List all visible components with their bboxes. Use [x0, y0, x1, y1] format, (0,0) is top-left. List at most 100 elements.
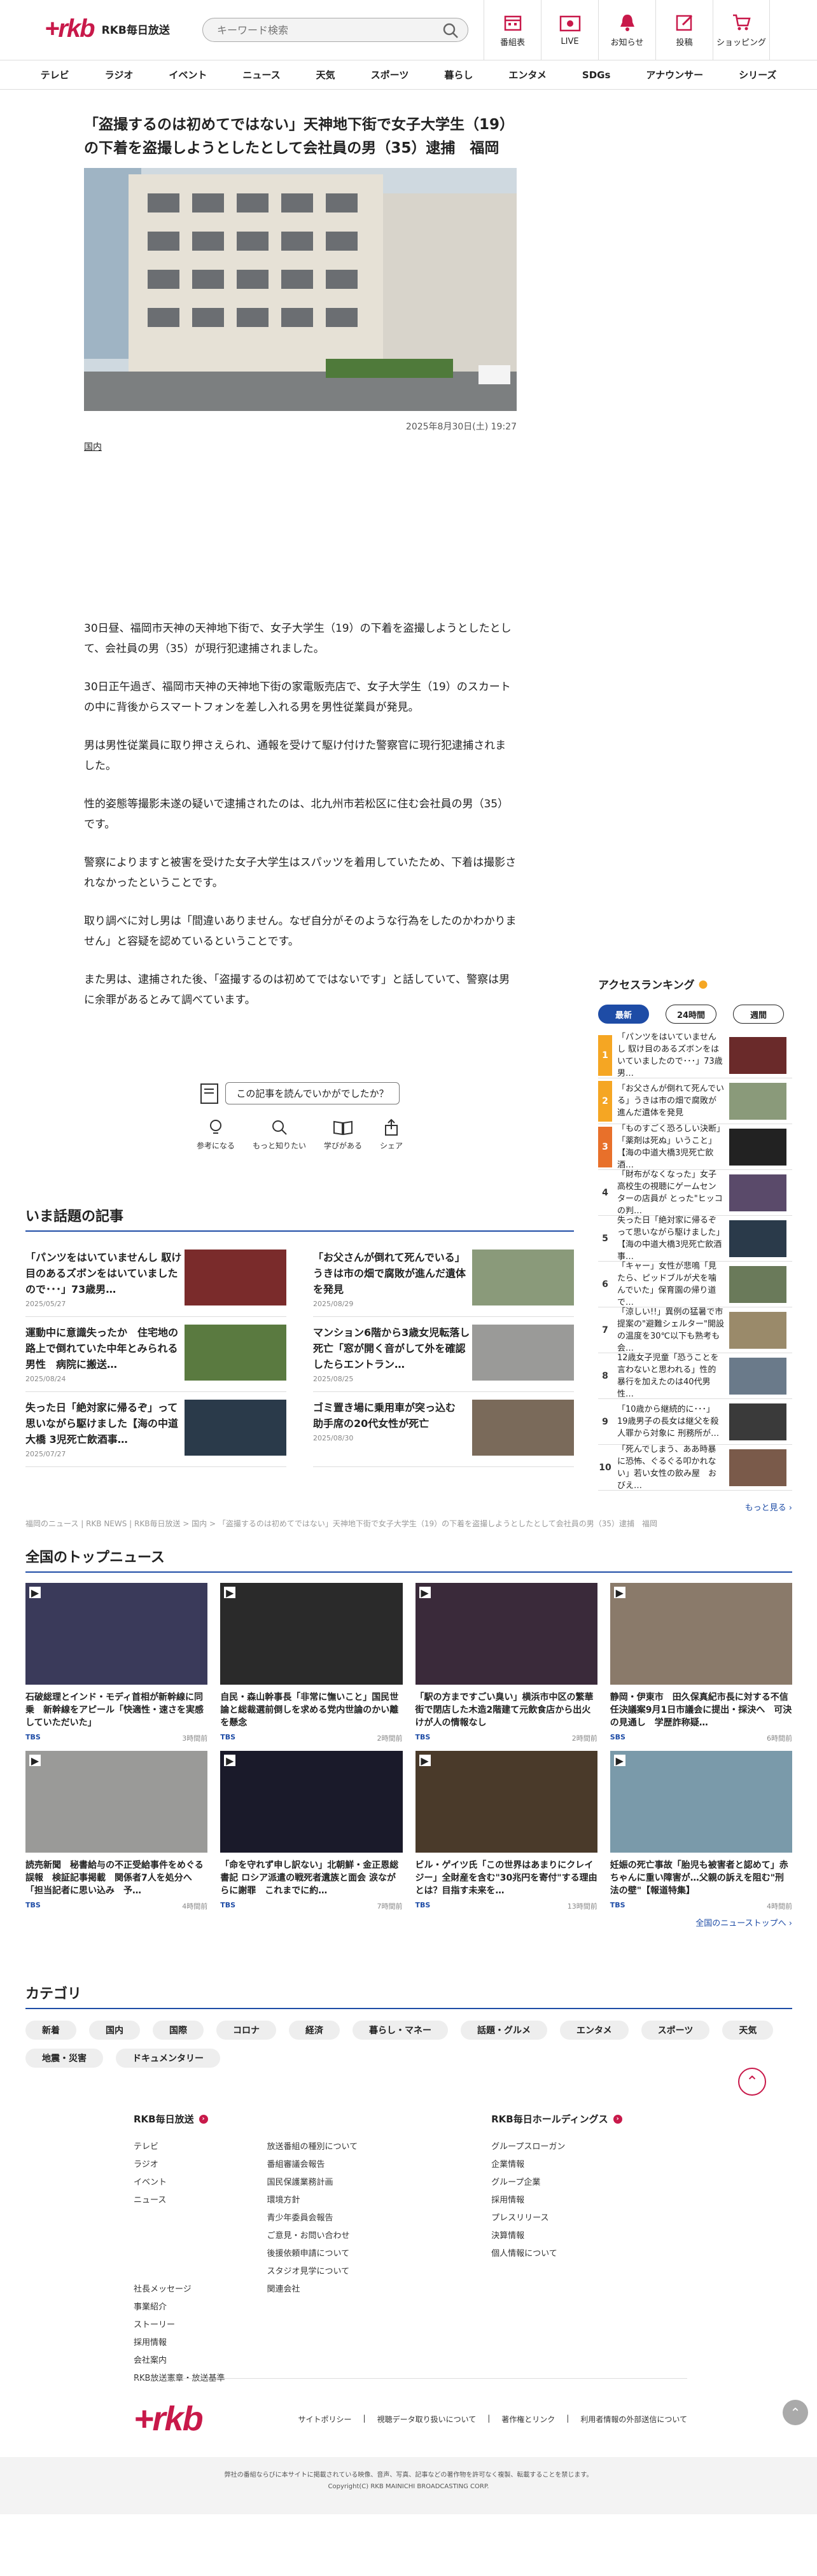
nav-item[interactable]: 暮らし	[426, 68, 491, 81]
footer-link[interactable]: グループ企業	[491, 2174, 565, 2192]
footer-link[interactable]: 国民保護業務計画	[267, 2174, 358, 2192]
footer-link[interactable]: 番組審議会報告	[267, 2156, 358, 2174]
ranking-item[interactable]: 7 「涼しい!!」異例の猛暑で市提案の"避難シェルター"開設の温度を30℃以下も熟…	[598, 1307, 792, 1353]
trending-item[interactable]: 運動中に意識失ったか 住宅地の路上で倒れていた中年とみられる男性 病院に搬送… 2…	[25, 1317, 286, 1392]
search-icon[interactable]	[442, 22, 459, 41]
footer-link[interactable]: イベント	[134, 2174, 225, 2192]
footer-link[interactable]: 採用情報	[491, 2192, 565, 2210]
news-card[interactable]: ▶ 自民・森山幹事長「非常に憮いこと」国民世論と総裁選前倒しを求める党内世論のかい…	[220, 1583, 403, 1743]
nav-item[interactable]: テレビ	[23, 68, 87, 81]
footer-logo[interactable]: +rkb	[134, 2399, 204, 2439]
category-chip[interactable]: 国内	[89, 2021, 140, 2040]
category-chip[interactable]: ドキュメンタリー	[116, 2049, 220, 2068]
category-chip[interactable]: 新着	[25, 2021, 76, 2040]
news-card[interactable]: ▶ 静岡・伊東市 田久保真紀市長に対する不信任決議案9月1日市議会に提出・採決へ …	[610, 1583, 792, 1743]
ranking-tab-24h[interactable]: 24時間	[666, 1005, 716, 1024]
scroll-top-button[interactable]: ⌃	[783, 2400, 808, 2425]
news-card[interactable]: ▶ 読売新聞 秘書給与の不正受給事件をめぐる誤報 検証記事掲載 関係者7人を処分へ…	[25, 1751, 208, 1911]
breadcrumb[interactable]: 福岡のニュース | RKB NEWS | RKB毎日放送 > 国内 > 「盗撮す…	[25, 1518, 657, 1529]
footer-link[interactable]: ラジオ	[134, 2156, 225, 2174]
feedback-more-button[interactable]: もっと知りたい	[253, 1118, 306, 1151]
news-card[interactable]: ▶ ビル・ゲイツ氏「この世界はあまりにクレイジー」全財産を含む"30兆円を寄付"す…	[415, 1751, 597, 1911]
footer-link[interactable]: 決算情報	[491, 2227, 565, 2245]
category-chip[interactable]: スポーツ	[641, 2021, 710, 2040]
footer-link[interactable]: テレビ	[134, 2138, 225, 2156]
footer-link[interactable]: 社長メッセージ	[134, 2281, 225, 2299]
header-shopping[interactable]: ショッピング	[713, 0, 770, 60]
ranking-item[interactable]: 2 「お父さんが倒れて死んでいる」うきは市の畑で腐敗が進んだ遺体を発見	[598, 1078, 792, 1124]
ranking-tab-latest[interactable]: 最新	[598, 1005, 649, 1024]
nav-item[interactable]: ラジオ	[87, 68, 151, 81]
feedback-helpful-button[interactable]: 参考になる	[197, 1118, 235, 1151]
ranking-item[interactable]: 6 「キャー」女性が悲鳴「見たら、ピッドブルが犬を噛んでいた」保育園の帰り道で…	[598, 1262, 792, 1307]
ranking-more-link[interactable]: もっと見る ›	[598, 1501, 792, 1513]
footer-link[interactable]: ニュース	[134, 2192, 225, 2210]
news-card[interactable]: ▶ 石破総理とインド・モディ首相が新幹線に同乗 新幹線をアピール「快適性・速さを実…	[25, 1583, 208, 1743]
footer-link[interactable]: 会社案内	[134, 2352, 225, 2370]
national-more-link[interactable]: 全国のニューストップへ ›	[25, 1916, 792, 1928]
nav-item[interactable]: ニュース	[225, 68, 298, 81]
footer-link[interactable]: 青少年委員会報告	[267, 2210, 358, 2227]
footer-link[interactable]: スタジオ見学について	[267, 2263, 358, 2281]
news-card[interactable]: ▶ 「駅の方まですごい臭い」横浜市中区の繁華街で閉店した木造2階建て元飲食店から出…	[415, 1583, 599, 1743]
search-input[interactable]	[203, 18, 432, 41]
category-chip[interactable]: 地震・災害	[25, 2049, 103, 2068]
footer-link[interactable]: 企業情報	[491, 2156, 565, 2174]
site-logo[interactable]: +rkb RKB毎日放送	[45, 14, 170, 43]
nav-item[interactable]: イベント	[151, 68, 225, 81]
footer-policy-link[interactable]: サイトポリシー	[298, 2414, 352, 2425]
trending-item[interactable]: 「パンツをはいていませんし 馭け目のあるズボンをはいていましたので･･･」73歳…	[25, 1242, 286, 1317]
footer-col-title[interactable]: RKB毎日放送 ›	[134, 2112, 358, 2126]
nav-item[interactable]: SDGs	[564, 69, 629, 81]
nav-item[interactable]: アナウンサー	[628, 68, 721, 81]
ranking-item[interactable]: 4 「財布がなくなった」女子高校生の視聴にゲームセンターの店員が とった"ヒッコの…	[598, 1170, 792, 1216]
footer-link[interactable]: グループスローガン	[491, 2138, 565, 2156]
header-live[interactable]: LIVE	[541, 0, 598, 60]
footer-policy-link[interactable]: 著作権とリンク	[501, 2414, 555, 2425]
ranking-item[interactable]: 8 12歳女子児童「恐うことを言わないと思われる」性的暴行を加えたのは40代男性…	[598, 1353, 792, 1399]
footer-link[interactable]: 後援依頼申請について	[267, 2245, 358, 2263]
footer-link[interactable]: 放送番組の種別について	[267, 2138, 358, 2156]
ranking-item[interactable]: 3 「ものすごく恐ろしい決断」「薬剤は死ぬ」いうこと」【海の中道大橋3児死亡飲酒…	[598, 1124, 792, 1170]
category-chip[interactable]: 経済	[289, 2021, 340, 2040]
category-chip[interactable]: 国際	[153, 2021, 204, 2040]
footer-link[interactable]: ご意見・お問い合わせ	[267, 2227, 358, 2245]
category-chip[interactable]: エンタメ	[560, 2021, 629, 2040]
footer-policy-link[interactable]: 視聴データ取り扱いについて	[377, 2414, 477, 2425]
footer-link[interactable]: 事業紹介	[134, 2299, 225, 2316]
footer-policy-link[interactable]: 利用者情報の外部送信について	[580, 2414, 687, 2425]
trending-item[interactable]: 「お父さんが倒れて死んでいる」うきは市の畑で腐敗が進んだ遺体を発見 2025/08…	[313, 1242, 574, 1317]
nav-item[interactable]: 天気	[298, 68, 353, 81]
footer-col-title[interactable]: RKB毎日ホールディングス ›	[491, 2112, 622, 2126]
article-category-link[interactable]: 国内	[84, 440, 517, 453]
footer-link[interactable]: 環境方針	[267, 2192, 358, 2210]
header-post[interactable]: 投稿	[655, 0, 713, 60]
footer-link[interactable]: 個人情報について	[491, 2245, 565, 2263]
back-to-top-button[interactable]: ⌃	[738, 2068, 766, 2096]
ranking-item[interactable]: 5 失った日「絶対家に帰るぞって思いながら駆けました」【海の中道大橋3児死亡飲酒事…	[598, 1216, 792, 1262]
trending-item[interactable]: 失った日「絶対家に帰るぞ」って思いながら駆けました【海の中道大橋 3児死亡飲酒事…	[25, 1392, 286, 1467]
category-chip[interactable]: 話題・グルメ	[461, 2021, 547, 2040]
ranking-item[interactable]: 9 「10歳から継続的に･･･」19歳男子の長女は継父を殺人罪から対象に 刑務所が…	[598, 1399, 792, 1445]
category-chip[interactable]: コロナ	[216, 2021, 276, 2040]
trending-item[interactable]: ゴミ置き場に乗用車が突っ込む 助手席の20代女性が死亡 2025/08/30	[313, 1392, 574, 1467]
ranking-tab-weekly[interactable]: 週間	[733, 1005, 784, 1024]
category-chip[interactable]: 天気	[722, 2021, 774, 2040]
footer-link[interactable]: プレスリリース	[491, 2210, 565, 2227]
nav-item[interactable]: シリーズ	[721, 68, 794, 81]
footer-link[interactable]: 採用情報	[134, 2334, 225, 2352]
nav-item[interactable]: エンタメ	[491, 68, 564, 81]
header-notice[interactable]: お知らせ	[598, 0, 655, 60]
news-card[interactable]: ▶ 妊娠の死亡事故「胎児も被害者と認めて」赤ちゃんに重い障害が…父親の訴えを阻む"…	[610, 1751, 792, 1911]
ranking-item[interactable]: 10 「死んでしまう、ああ時暴に恐怖、ぐるぐる叩かれない」若い女性の飲み屋 おびえ…	[598, 1445, 792, 1491]
news-card[interactable]: ▶ 「命を守れず申し訳ない」北朝鮮・金正恩総書記 ロシア派遣の戦死者遺族と面会 涙…	[220, 1751, 403, 1911]
category-chip[interactable]: 暮らし・マネー	[353, 2021, 448, 2040]
share-button[interactable]: シェア	[380, 1118, 403, 1151]
nav-item[interactable]: スポーツ	[353, 68, 427, 81]
ranking-item[interactable]: 1 「パンツをはいていませんし 馭け目のあるズボンをはいていましたので･･･」73…	[598, 1033, 792, 1078]
footer-link[interactable]: ストーリー	[134, 2316, 225, 2334]
feedback-learn-button[interactable]: 学びがある	[324, 1118, 362, 1151]
footer-link[interactable]: 関連会社	[267, 2281, 358, 2299]
trending-item[interactable]: マンション6階から3歳女児転落し死亡「窓が開く音がして外を確認したらエントラン……	[313, 1317, 574, 1392]
header-tv-guide[interactable]: 番組表	[484, 0, 541, 60]
